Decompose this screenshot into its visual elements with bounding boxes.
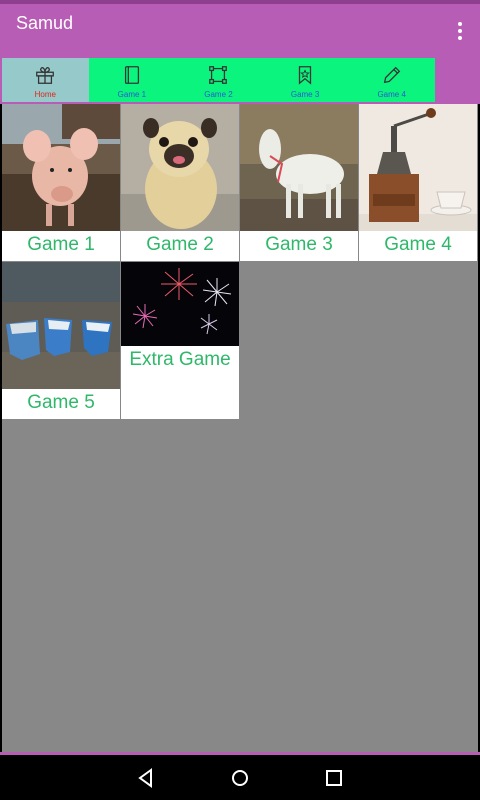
gift-icon (36, 67, 55, 84)
games-grid: Game 1 Game 2 Game 3 Game 4 Game 5 Extra… (2, 104, 478, 420)
game-label: Game 1 (27, 234, 95, 255)
recents-icon[interactable] (321, 765, 347, 791)
coffee-grinder-photo (359, 104, 477, 231)
pug-photo (121, 104, 239, 231)
game-label: Game 3 (265, 234, 333, 255)
game-label: Game 5 (27, 392, 95, 413)
tab-label: Game 4 (377, 90, 406, 99)
game-tile-3[interactable]: Game 3 (240, 104, 358, 261)
system-nav-bar (0, 755, 480, 800)
pig-photo (2, 104, 120, 231)
games-grid-area: Game 1 Game 2 Game 3 Game 4 Game 5 Extra… (2, 104, 478, 752)
game-tile-extra[interactable]: Extra Game (121, 262, 239, 419)
game-label: Game 4 (384, 234, 452, 255)
game-tile-4[interactable]: Game 4 (359, 104, 477, 261)
game-tile-1[interactable]: Game 1 (2, 104, 120, 261)
tab-game-4[interactable]: Game 4 (348, 58, 435, 102)
crop-frame-icon (209, 66, 228, 84)
app-bar: Samud (0, 4, 480, 58)
home-icon[interactable] (227, 765, 253, 791)
fireworks-photo (121, 262, 239, 346)
tab-bar-container: Home Game 1 Game 2 Game 3 Game 4 (0, 58, 480, 104)
pencil-icon (383, 66, 400, 84)
overflow-menu-icon[interactable] (448, 16, 472, 46)
game-tile-5[interactable]: Game 5 (2, 262, 120, 419)
game-label: Extra Game (129, 349, 231, 370)
tab-label: Game 2 (204, 90, 233, 99)
bookmark-star-icon (298, 66, 312, 85)
tab-bar: Home Game 1 Game 2 Game 3 Game 4 (2, 58, 435, 102)
tab-game-2[interactable]: Game 2 (175, 58, 262, 102)
app-title: Samud (16, 13, 74, 33)
tab-home[interactable]: Home (2, 58, 89, 102)
goat-photo (240, 104, 358, 231)
tab-label: Game 1 (117, 90, 147, 99)
book-icon (124, 66, 139, 84)
back-icon[interactable] (133, 765, 159, 791)
tab-game-3[interactable]: Game 3 (262, 58, 349, 102)
tab-label: Game 3 (290, 90, 320, 99)
tab-game-1[interactable]: Game 1 (89, 58, 176, 102)
game-tile-2[interactable]: Game 2 (121, 104, 239, 261)
game-label: Game 2 (146, 234, 214, 255)
rowboats-photo (2, 262, 120, 389)
tab-label: Home (34, 90, 56, 99)
